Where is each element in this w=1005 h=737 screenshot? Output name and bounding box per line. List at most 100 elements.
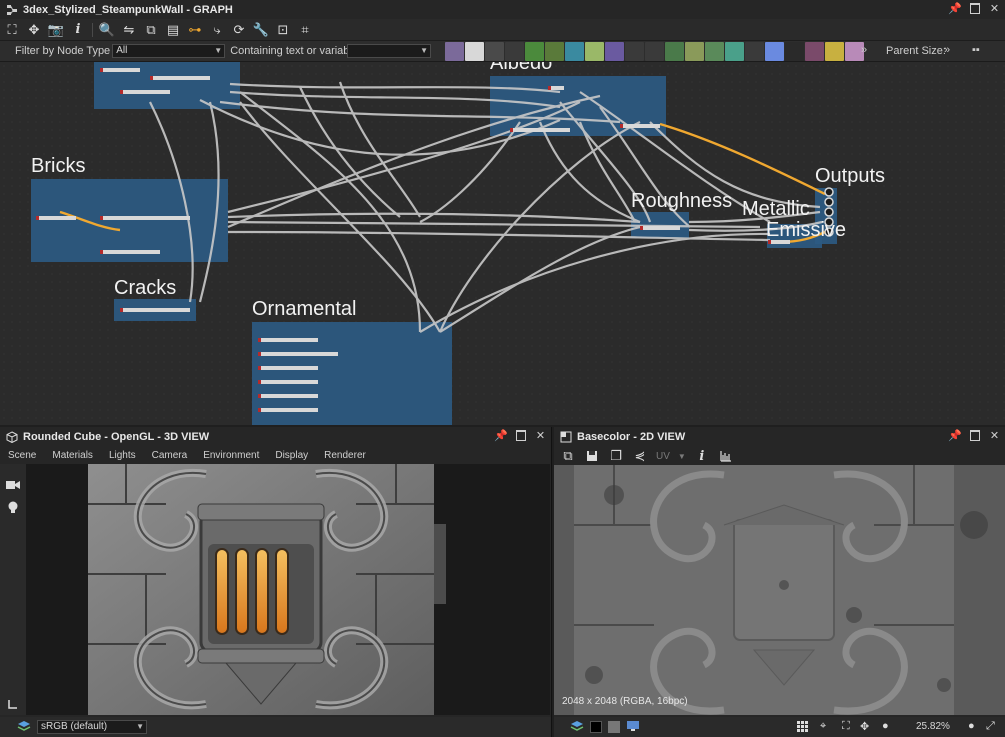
graph-node[interactable] [100, 250, 160, 254]
blend-node-icon[interactable] [685, 42, 704, 61]
grid-icon[interactable] [797, 721, 809, 736]
close-icon[interactable]: ✕ [534, 430, 547, 443]
close-icon[interactable]: ✕ [988, 430, 1001, 443]
view2d-viewport[interactable]: 2048 x 2048 (RGBA, 16bpc) [554, 465, 1005, 715]
graph-node[interactable] [150, 76, 210, 80]
graph-node[interactable] [620, 124, 660, 128]
graph-node[interactable] [258, 408, 318, 412]
graph-node[interactable] [36, 216, 76, 220]
menu-camera[interactable]: Camera [144, 447, 196, 464]
layers-icon[interactable] [17, 720, 31, 735]
export-icon[interactable]: ⊡ [275, 22, 291, 38]
zoom-in-icon[interactable]: ● [968, 720, 975, 732]
graph-node[interactable] [548, 86, 564, 90]
menu-materials[interactable]: Materials [44, 447, 101, 464]
graph-canvas[interactable]: Albedo Bricks Cracks Ornamental Roughnes… [0, 62, 1005, 425]
node-type-select[interactable]: All ▼ [112, 44, 226, 58]
graph-node[interactable] [120, 308, 190, 312]
weave-node-icon[interactable] [805, 42, 824, 61]
tile-node-icon[interactable] [625, 42, 644, 61]
histogram-icon[interactable] [718, 448, 734, 464]
video-camera-icon[interactable] [0, 474, 26, 496]
maximize-icon[interactable] [968, 3, 981, 16]
link-nodes-icon[interactable]: ⇋ [121, 22, 137, 38]
pin-icon[interactable]: 📌 [948, 430, 962, 443]
bitmap-node-icon[interactable] [445, 42, 464, 61]
export-image-icon[interactable]: ⧉ [560, 448, 576, 464]
layers-icon[interactable]: ▤ [165, 22, 181, 38]
light-bulb-icon[interactable] [0, 496, 26, 518]
noise-node-icon[interactable] [785, 42, 804, 61]
transform-node-icon[interactable] [565, 42, 584, 61]
connector-icon[interactable]: ⊶ [187, 22, 203, 38]
zoom-level[interactable]: 25.82% [916, 721, 950, 732]
pin-icon[interactable]: 📌 [948, 3, 962, 16]
menu-renderer[interactable]: Renderer [316, 447, 374, 464]
terrain-node-icon[interactable] [725, 42, 744, 61]
shuffle-node-icon[interactable] [505, 42, 524, 61]
hue-node-icon[interactable] [765, 42, 784, 61]
graph-node[interactable] [100, 68, 140, 72]
layers-icon[interactable] [570, 720, 584, 735]
curve-node-icon[interactable] [525, 42, 544, 61]
options-icon[interactable]: ▪▪ [972, 44, 980, 56]
graph-node[interactable] [510, 128, 570, 132]
cube-node-icon[interactable] [645, 42, 664, 61]
reset-zoom-icon[interactable]: ⤢ [986, 720, 995, 733]
graph-node[interactable] [258, 380, 318, 384]
zoom-out-icon[interactable]: ● [882, 720, 889, 732]
refresh-icon[interactable]: ⟳ [231, 22, 247, 38]
drop-node-icon[interactable] [485, 42, 504, 61]
view3d-viewport[interactable] [26, 464, 550, 715]
circle-node-icon[interactable] [605, 42, 624, 61]
warning-node-icon[interactable] [825, 42, 844, 61]
containing-input[interactable]: ▼ [347, 44, 431, 58]
crop-icon[interactable]: ⌗ [297, 22, 313, 38]
wrench-icon[interactable]: 🔧 [253, 22, 269, 38]
graph-node[interactable] [640, 226, 680, 230]
background-checker-swatch[interactable] [608, 721, 620, 733]
pivot-icon[interactable]: ⌖ [820, 720, 826, 733]
menu-display[interactable]: Display [267, 447, 316, 464]
tree-icon[interactable]: ⧉ [143, 22, 159, 38]
more-icon[interactable]: » [861, 44, 867, 56]
info-icon[interactable]: i [694, 448, 710, 464]
fit-view-icon[interactable]: ⛶ [842, 720, 850, 733]
parent-size-more-icon[interactable]: » [944, 44, 950, 56]
save-icon[interactable] [584, 448, 600, 464]
graph-wires [59, 81, 834, 333]
frame-all-icon[interactable]: ⛶ [4, 22, 20, 38]
background-black-swatch[interactable] [590, 721, 602, 733]
warp-node-icon[interactable] [585, 42, 604, 61]
graph-node[interactable] [100, 216, 190, 220]
color-node-icon[interactable] [465, 42, 484, 61]
search-icon[interactable]: 🔍 [99, 22, 115, 38]
route-icon[interactable]: ⤷ [209, 22, 225, 38]
copy-icon[interactable]: ❐ [608, 448, 624, 464]
graph-node[interactable] [258, 338, 318, 342]
close-icon[interactable]: ✕ [988, 3, 1001, 16]
graph-node[interactable] [120, 90, 170, 94]
gradient-node-icon[interactable] [545, 42, 564, 61]
filter-node-icon[interactable] [665, 42, 684, 61]
info-icon[interactable]: i [70, 22, 86, 38]
tree-node-icon[interactable] [745, 42, 764, 61]
move-icon[interactable]: ✥ [26, 22, 42, 38]
menu-scene[interactable]: Scene [0, 447, 44, 464]
sphere-node-icon[interactable] [705, 42, 724, 61]
display-icon[interactable] [626, 720, 640, 735]
pan-icon[interactable]: ✥ [860, 720, 869, 733]
maximize-icon[interactable] [968, 430, 981, 443]
menu-environment[interactable]: Environment [195, 447, 267, 464]
graph-node[interactable] [258, 352, 338, 356]
maximize-icon[interactable] [514, 430, 527, 443]
graph-node[interactable] [258, 394, 318, 398]
menu-lights[interactable]: Lights [101, 447, 144, 464]
camera-icon[interactable]: 📷 [48, 22, 64, 38]
share-icon[interactable]: ⋞ [632, 448, 648, 464]
uv-toggle[interactable]: UV [656, 451, 670, 462]
graph-node[interactable] [258, 366, 318, 370]
axis-icon[interactable] [0, 693, 26, 715]
colorspace-select[interactable]: sRGB (default) ▼ [37, 720, 147, 734]
pin-icon[interactable]: 📌 [494, 430, 508, 443]
